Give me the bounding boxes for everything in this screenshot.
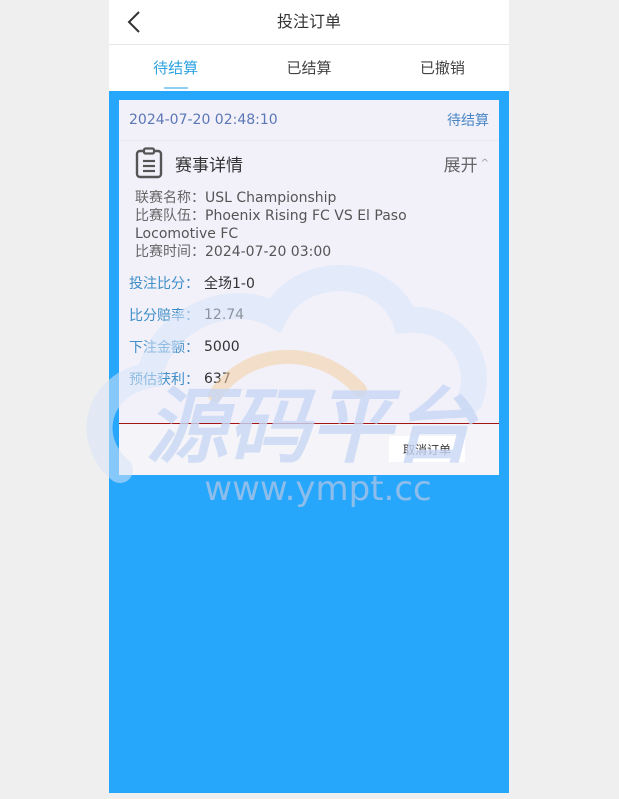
match-time-value: 2024-07-20 03:00 [205,244,332,260]
order-datetime: 2024-07-20 02:48:10 [129,112,278,128]
app-screen: 投注订单 待结算 已结算 已撤销 2024-07-20 02:48:10 待结算 [109,0,509,793]
order-card: 2024-07-20 02:48:10 待结算 赛事详情 展开 ^ 联赛名称： … [119,100,499,475]
expand-label: 展开 [443,155,478,176]
profit-value: 637 [204,371,231,387]
bet-info: 投注比分： 全场1-0 比分赔率： 12.74 下注金额： 5000 预估获利：… [119,261,499,395]
bet-row-odds: 比分赔率： 12.74 [129,299,487,331]
expand-toggle[interactable]: 展开 ^ [444,151,489,176]
order-list: 2024-07-20 02:48:10 待结算 赛事详情 展开 ^ 联赛名称： … [109,91,509,793]
odds-label: 比分赔率： [129,308,199,324]
league-value: USL Championship [205,190,337,206]
tab-bar: 待结算 已结算 已撤销 [109,45,509,91]
tab-cancelled[interactable]: 已撤销 [376,45,509,91]
tab-settled-label: 已结算 [286,59,332,77]
chevron-up-icon: ^ [480,157,489,169]
tab-pending-label: 待结算 [153,59,199,77]
bet-score-value: 全场1-0 [204,276,255,292]
status-badge: 待结算 [447,113,489,129]
match-time-label: 比赛时间： [135,244,205,260]
match-details-header: 赛事详情 展开 ^ [119,141,499,185]
page-title: 投注订单 [276,12,341,31]
bet-row-profit: 预估获利： 637 [129,363,487,395]
profit-label: 预估获利： [129,372,199,388]
document-list-icon [135,147,163,179]
header: 投注订单 [109,0,509,45]
teams-label: 比赛队伍： [135,208,205,224]
tab-active-indicator [163,87,188,89]
detail-row-league: 联赛名称： USL Championship [135,189,487,207]
cancel-order-button[interactable]: 取消订单 [389,436,465,462]
order-card-header: 2024-07-20 02:48:10 待结算 [119,100,499,141]
card-footer: 取消订单 [119,424,499,475]
bet-score-label: 投注比分： [129,276,199,292]
tab-settled[interactable]: 已结算 [242,45,375,91]
section-title: 赛事详情 [175,155,243,176]
detail-row-time: 比赛时间： 2024-07-20 03:00 [135,243,487,261]
detail-row-teams: 比赛队伍：Phoenix Rising FC VS El Paso Locomo… [135,207,487,243]
tab-cancelled-label: 已撤销 [419,59,465,77]
amount-value: 5000 [204,339,240,355]
bet-row-amount: 下注金额： 5000 [129,331,487,363]
odds-value: 12.74 [204,307,245,323]
tab-pending[interactable]: 待结算 [109,45,242,91]
amount-label: 下注金额： [129,340,199,356]
bet-row-score: 投注比分： 全场1-0 [129,267,487,299]
league-label: 联赛名称： [135,190,205,206]
match-info: 联赛名称： USL Championship 比赛队伍：Phoenix Risi… [119,185,499,261]
